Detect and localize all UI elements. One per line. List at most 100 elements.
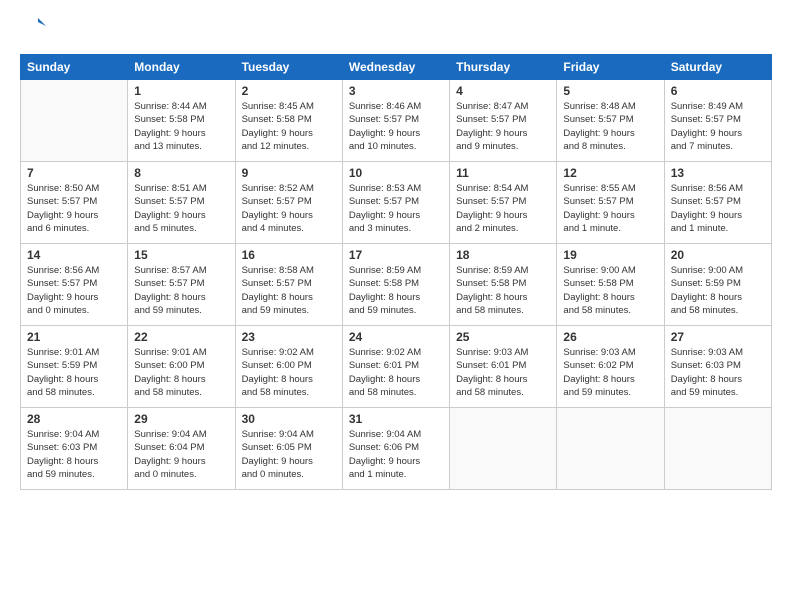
weekday-header-thursday: Thursday [450, 55, 557, 80]
calendar-cell [557, 408, 664, 490]
day-info: Sunrise: 8:52 AMSunset: 5:57 PMDaylight:… [242, 182, 336, 235]
calendar-cell: 23 Sunrise: 9:02 AMSunset: 6:00 PMDayligh… [235, 326, 342, 408]
day-info: Sunrise: 8:44 AMSunset: 5:58 PMDaylight:… [134, 100, 228, 153]
calendar-cell: 26 Sunrise: 9:03 AMSunset: 6:02 PMDayligh… [557, 326, 664, 408]
calendar-cell: 12 Sunrise: 8:55 AMSunset: 5:57 PMDayligh… [557, 162, 664, 244]
calendar-cell [664, 408, 771, 490]
logo-icon [20, 16, 48, 44]
day-info: Sunrise: 8:46 AMSunset: 5:57 PMDaylight:… [349, 100, 443, 153]
calendar-cell: 16Sunrise: 8:58 AMSunset: 5:57 PMDayligh… [235, 244, 342, 326]
day-info: Sunrise: 9:00 AMSunset: 5:59 PMDaylight:… [671, 264, 765, 317]
calendar-cell: 9 Sunrise: 8:52 AMSunset: 5:57 PMDaylight… [235, 162, 342, 244]
day-number: 24 [349, 330, 443, 344]
calendar-week-row: 21 Sunrise: 9:01 AMSunset: 5:59 PMDayligh… [21, 326, 772, 408]
day-number: 7 [27, 166, 121, 180]
calendar-cell: 11 Sunrise: 8:54 AMSunset: 5:57 PMDayligh… [450, 162, 557, 244]
calendar-cell: 17Sunrise: 8:59 AMSunset: 5:58 PMDayligh… [342, 244, 449, 326]
calendar-week-row: 28 Sunrise: 9:04 AMSunset: 6:03 PMDayligh… [21, 408, 772, 490]
day-number: 27 [671, 330, 765, 344]
logo [20, 16, 52, 44]
day-number: 20 [671, 248, 765, 262]
calendar-cell: 18 Sunrise: 8:59 AMSunset: 5:58 PMDayligh… [450, 244, 557, 326]
calendar-cell: 20 Sunrise: 9:00 AMSunset: 5:59 PMDayligh… [664, 244, 771, 326]
calendar-cell: 6 Sunrise: 8:49 AMSunset: 5:57 PMDaylight… [664, 80, 771, 162]
day-info: Sunrise: 8:57 AMSunset: 5:57 PMDaylight:… [134, 264, 228, 317]
day-number: 6 [671, 84, 765, 98]
day-info: Sunrise: 9:03 AMSunset: 6:01 PMDaylight:… [456, 346, 550, 399]
weekday-header-saturday: Saturday [664, 55, 771, 80]
day-number: 25 [456, 330, 550, 344]
day-number: 30 [242, 412, 336, 426]
day-info: Sunrise: 8:53 AMSunset: 5:57 PMDaylight:… [349, 182, 443, 235]
calendar-cell: 29 Sunrise: 9:04 AMSunset: 6:04 PMDayligh… [128, 408, 235, 490]
calendar-week-row: 14Sunrise: 8:56 AMSunset: 5:57 PMDayligh… [21, 244, 772, 326]
day-info: Sunrise: 8:48 AMSunset: 5:57 PMDaylight:… [563, 100, 657, 153]
day-number: 11 [456, 166, 550, 180]
day-number: 26 [563, 330, 657, 344]
calendar-cell: 25 Sunrise: 9:03 AMSunset: 6:01 PMDayligh… [450, 326, 557, 408]
day-number: 18 [456, 248, 550, 262]
calendar-cell: 10Sunrise: 8:53 AMSunset: 5:57 PMDayligh… [342, 162, 449, 244]
day-number: 29 [134, 412, 228, 426]
weekday-header-monday: Monday [128, 55, 235, 80]
day-info: Sunrise: 8:47 AMSunset: 5:57 PMDaylight:… [456, 100, 550, 153]
calendar-cell: 13 Sunrise: 8:56 AMSunset: 5:57 PMDayligh… [664, 162, 771, 244]
day-info: Sunrise: 8:50 AMSunset: 5:57 PMDaylight:… [27, 182, 121, 235]
day-number: 5 [563, 84, 657, 98]
calendar-cell [21, 80, 128, 162]
day-info: Sunrise: 9:04 AMSunset: 6:04 PMDaylight:… [134, 428, 228, 481]
calendar-cell: 30Sunrise: 9:04 AMSunset: 6:05 PMDayligh… [235, 408, 342, 490]
weekday-header-tuesday: Tuesday [235, 55, 342, 80]
day-number: 12 [563, 166, 657, 180]
day-number: 17 [349, 248, 443, 262]
calendar-cell: 4 Sunrise: 8:47 AMSunset: 5:57 PMDaylight… [450, 80, 557, 162]
day-info: Sunrise: 8:49 AMSunset: 5:57 PMDaylight:… [671, 100, 765, 153]
weekday-header-sunday: Sunday [21, 55, 128, 80]
calendar-cell: 7 Sunrise: 8:50 AMSunset: 5:57 PMDaylight… [21, 162, 128, 244]
calendar-cell: 28 Sunrise: 9:04 AMSunset: 6:03 PMDayligh… [21, 408, 128, 490]
day-info: Sunrise: 9:03 AMSunset: 6:02 PMDaylight:… [563, 346, 657, 399]
day-number: 2 [242, 84, 336, 98]
calendar-cell: 1 Sunrise: 8:44 AMSunset: 5:58 PMDaylight… [128, 80, 235, 162]
day-number: 23 [242, 330, 336, 344]
day-info: Sunrise: 8:59 AMSunset: 5:58 PMDaylight:… [456, 264, 550, 317]
calendar-header-row: SundayMondayTuesdayWednesdayThursdayFrid… [21, 55, 772, 80]
calendar-cell: 3 Sunrise: 8:46 AMSunset: 5:57 PMDaylight… [342, 80, 449, 162]
day-number: 4 [456, 84, 550, 98]
page-header [20, 16, 772, 44]
calendar-table: SundayMondayTuesdayWednesdayThursdayFrid… [20, 54, 772, 490]
day-info: Sunrise: 9:03 AMSunset: 6:03 PMDaylight:… [671, 346, 765, 399]
day-number: 8 [134, 166, 228, 180]
day-number: 13 [671, 166, 765, 180]
day-info: Sunrise: 8:56 AMSunset: 5:57 PMDaylight:… [27, 264, 121, 317]
day-info: Sunrise: 9:04 AMSunset: 6:03 PMDaylight:… [27, 428, 121, 481]
day-info: Sunrise: 8:54 AMSunset: 5:57 PMDaylight:… [456, 182, 550, 235]
calendar-cell: 21 Sunrise: 9:01 AMSunset: 5:59 PMDayligh… [21, 326, 128, 408]
day-number: 21 [27, 330, 121, 344]
day-info: Sunrise: 8:45 AMSunset: 5:58 PMDaylight:… [242, 100, 336, 153]
day-number: 1 [134, 84, 228, 98]
day-number: 9 [242, 166, 336, 180]
day-info: Sunrise: 8:51 AMSunset: 5:57 PMDaylight:… [134, 182, 228, 235]
day-info: Sunrise: 9:01 AMSunset: 6:00 PMDaylight:… [134, 346, 228, 399]
calendar-cell: 22Sunrise: 9:01 AMSunset: 6:00 PMDayligh… [128, 326, 235, 408]
calendar-cell: 19Sunrise: 9:00 AMSunset: 5:58 PMDayligh… [557, 244, 664, 326]
day-info: Sunrise: 9:00 AMSunset: 5:58 PMDaylight:… [563, 264, 657, 317]
calendar-week-row: 1 Sunrise: 8:44 AMSunset: 5:58 PMDaylight… [21, 80, 772, 162]
calendar-cell: 2 Sunrise: 8:45 AMSunset: 5:58 PMDaylight… [235, 80, 342, 162]
day-info: Sunrise: 8:56 AMSunset: 5:57 PMDaylight:… [671, 182, 765, 235]
day-number: 31 [349, 412, 443, 426]
weekday-header-wednesday: Wednesday [342, 55, 449, 80]
calendar-cell: 15 Sunrise: 8:57 AMSunset: 5:57 PMDayligh… [128, 244, 235, 326]
calendar-week-row: 7 Sunrise: 8:50 AMSunset: 5:57 PMDaylight… [21, 162, 772, 244]
day-info: Sunrise: 9:01 AMSunset: 5:59 PMDaylight:… [27, 346, 121, 399]
weekday-header-friday: Friday [557, 55, 664, 80]
day-number: 28 [27, 412, 121, 426]
day-number: 16 [242, 248, 336, 262]
calendar-cell [450, 408, 557, 490]
day-info: Sunrise: 9:02 AMSunset: 6:00 PMDaylight:… [242, 346, 336, 399]
day-number: 15 [134, 248, 228, 262]
day-info: Sunrise: 8:55 AMSunset: 5:57 PMDaylight:… [563, 182, 657, 235]
calendar-cell: 8 Sunrise: 8:51 AMSunset: 5:57 PMDaylight… [128, 162, 235, 244]
day-number: 3 [349, 84, 443, 98]
